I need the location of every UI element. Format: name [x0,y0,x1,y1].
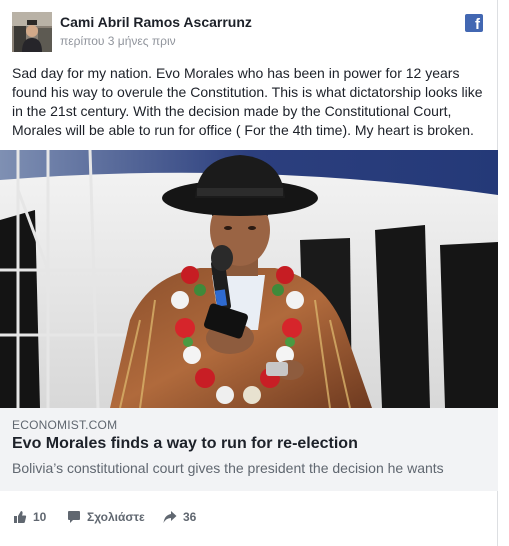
post-text: Sad day for my nation. Evo Morales who h… [12,65,483,138]
share-button[interactable]: 36 [163,510,196,524]
facebook-post: Cami Abril Ramos Ascarrunz περίπου 3 μήν… [0,0,498,546]
comment-label: Σχολιάστε [87,510,145,524]
post-header: Cami Abril Ramos Ascarrunz περίπου 3 μήν… [0,0,497,60]
link-preview-meta[interactable]: ECONOMIST.COM Evo Morales finds a way to… [0,408,498,491]
thumbs-up-icon [13,510,27,524]
post-actions-bar: 10 Σχολιάστε 36 [0,504,498,534]
like-count: 10 [33,510,47,524]
author-name[interactable]: Cami Abril Ramos Ascarrunz [60,14,252,30]
evo-morales-photo [0,150,498,408]
comment-button[interactable]: Σχολιάστε [67,510,145,524]
post-timestamp[interactable]: περίπου 3 μήνες πριν [60,34,176,48]
comment-icon [67,510,81,524]
facebook-icon[interactable]: f [465,14,483,32]
like-button[interactable]: 10 [13,510,46,524]
share-count: 36 [183,510,197,524]
link-domain: ECONOMIST.COM [12,418,118,432]
link-preview-card[interactable]: ECONOMIST.COM Evo Morales finds a way to… [0,150,498,491]
link-preview-image[interactable] [0,150,498,408]
link-title[interactable]: Evo Morales finds a way to run for re-el… [12,435,358,453]
author-avatar[interactable] [12,12,52,52]
share-arrow-icon [163,510,177,524]
link-description: Bolivia’s constitutional court gives the… [12,460,444,476]
avatar-image [12,12,52,52]
